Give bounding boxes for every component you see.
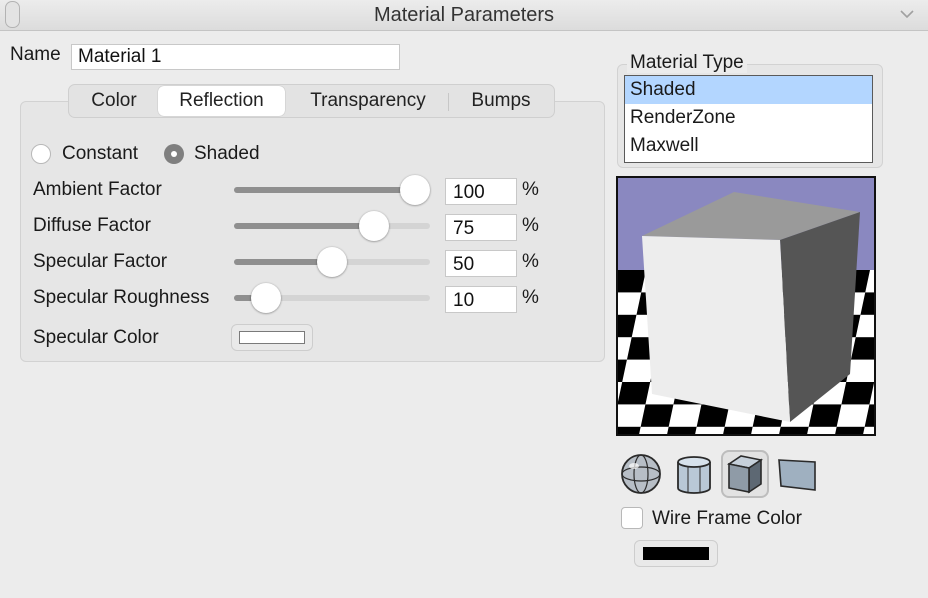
tab-color[interactable]: Color	[75, 85, 153, 117]
name-label: Name	[10, 44, 61, 65]
chevron-down-icon[interactable]	[896, 3, 918, 25]
slider-fill	[234, 223, 374, 229]
sphere-icon	[621, 454, 661, 494]
specular-roughness-input[interactable]: 10	[445, 286, 517, 313]
ambient-factor-label: Ambient Factor	[33, 179, 162, 200]
window-title: Material Parameters	[373, 4, 555, 26]
cube-icon	[726, 455, 764, 494]
material-type-option-renderzone[interactable]: RenderZone	[625, 104, 872, 132]
diffuse-factor-label: Diffuse Factor	[33, 215, 151, 236]
tab-transparency[interactable]: Transparency	[293, 85, 443, 117]
wireframe-color-swatch	[643, 547, 709, 560]
percent-label: %	[522, 251, 539, 272]
slider-fill	[234, 187, 415, 193]
material-type-label: Material Type	[627, 53, 747, 73]
diffuse-factor-input[interactable]: 75	[445, 214, 517, 241]
tab-bar: Color Reflection Transparency Bumps	[68, 84, 555, 118]
tab-bumps[interactable]: Bumps	[453, 85, 549, 117]
percent-label: %	[522, 287, 539, 308]
title-bar: Material Parameters	[0, 0, 928, 31]
material-type-option-maxwell[interactable]: Maxwell	[625, 132, 872, 160]
specular-factor-slider[interactable]	[234, 247, 430, 277]
slider-thumb[interactable]	[358, 211, 389, 241]
slider-thumb[interactable]	[400, 175, 430, 205]
specular-roughness-slider[interactable]	[234, 283, 430, 313]
diffuse-factor-slider[interactable]	[234, 211, 430, 241]
material-type-list[interactable]: Shaded RenderZone Maxwell	[624, 75, 873, 163]
cube-button[interactable]	[721, 450, 769, 498]
slider-thumb[interactable]	[250, 283, 281, 313]
cylinder-button[interactable]	[670, 450, 718, 498]
specular-factor-input[interactable]: 50	[445, 250, 517, 277]
wireframe-checkbox[interactable]	[621, 507, 643, 529]
specular-color-swatch	[239, 331, 305, 344]
radio-shaded[interactable]	[164, 144, 184, 164]
name-input[interactable]	[71, 44, 400, 70]
percent-label: %	[522, 179, 539, 200]
plane-button[interactable]	[773, 450, 821, 498]
wireframe-label: Wire Frame Color	[652, 508, 802, 529]
specular-color-label: Specular Color	[33, 327, 159, 348]
specular-color-button[interactable]	[231, 324, 313, 351]
slider-thumb[interactable]	[317, 247, 347, 277]
specular-factor-label: Specular Factor	[33, 251, 168, 272]
sphere-button[interactable]	[617, 450, 665, 498]
radio-constant-label: Constant	[62, 143, 139, 164]
ambient-factor-slider[interactable]	[234, 175, 430, 205]
material-preview	[616, 176, 876, 436]
cylinder-icon	[677, 456, 711, 494]
tab-reflection[interactable]: Reflection	[158, 86, 285, 116]
percent-label: %	[522, 215, 539, 236]
material-type-option-shaded[interactable]: Shaded	[625, 76, 872, 104]
preview-render	[618, 178, 874, 434]
radio-shaded-label: Shaded	[194, 143, 260, 164]
specular-roughness-label: Specular Roughness	[33, 287, 210, 308]
ambient-factor-input[interactable]: 100	[445, 178, 517, 205]
tab-separator	[448, 93, 449, 111]
wireframe-color-button[interactable]	[634, 540, 718, 567]
radio-constant[interactable]	[31, 144, 51, 164]
plane-icon	[778, 459, 816, 491]
